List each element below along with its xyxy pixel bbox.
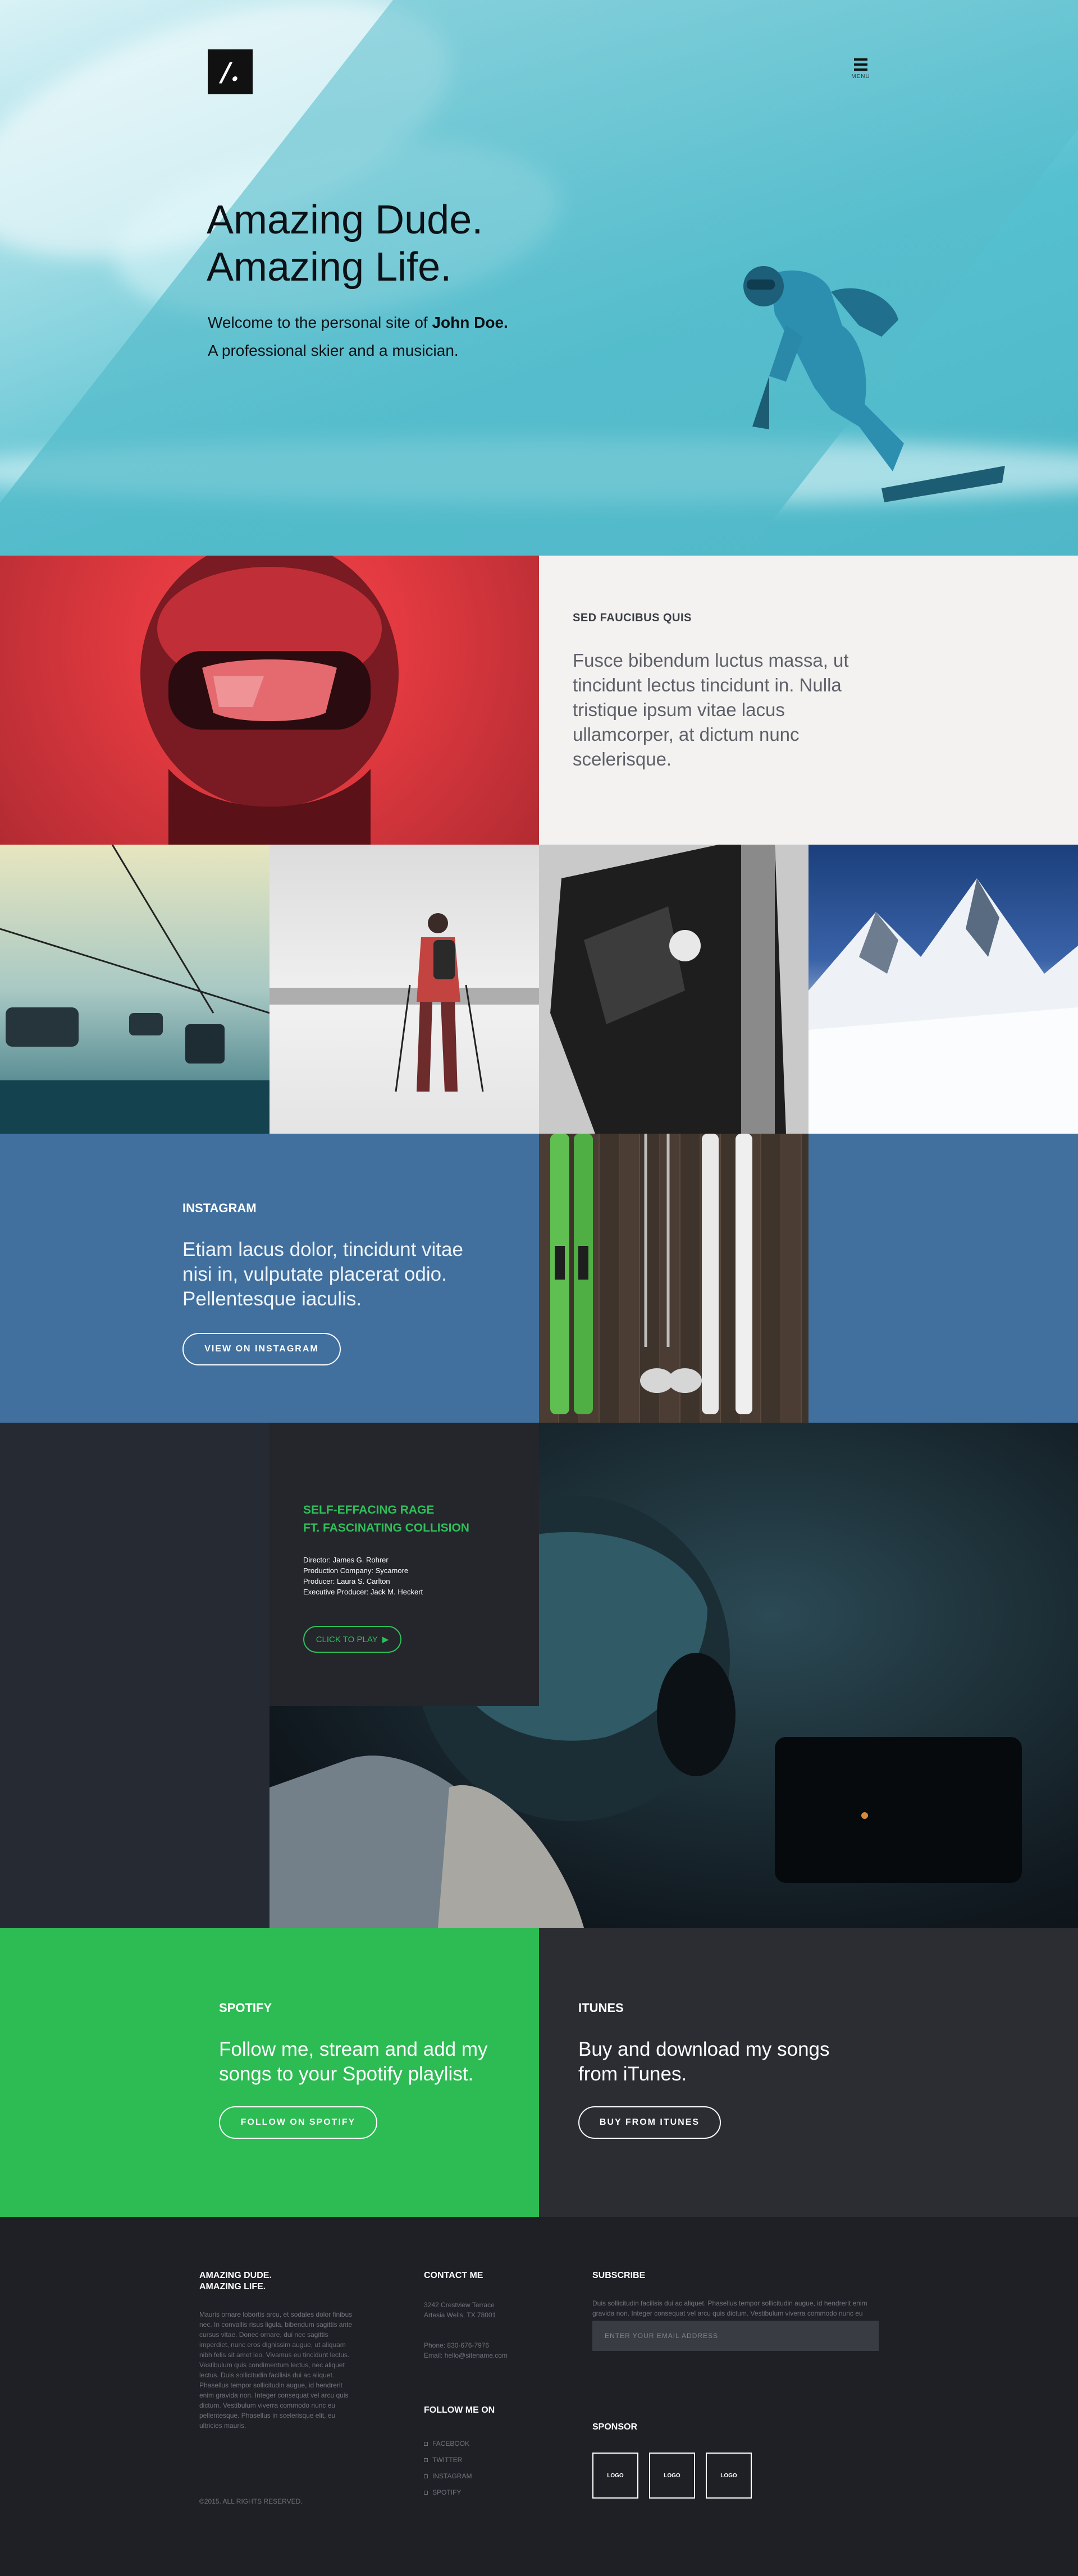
facebook-icon bbox=[424, 2442, 428, 2446]
social-facebook-label: FACEBOOK bbox=[432, 2440, 470, 2447]
contact-title: CONTACT ME bbox=[424, 2271, 483, 2280]
spotify-text: Follow me, stream and add my songs to yo… bbox=[219, 2038, 488, 2085]
contact-address: 3242 Crestview Terrace Artesia Wells, TX… bbox=[424, 2300, 496, 2320]
contact-details: Phone: 830-676-7976 Email: hello@sitenam… bbox=[424, 2340, 508, 2360]
address-line1: 3242 Crestview Terrace bbox=[424, 2301, 495, 2309]
social-facebook[interactable]: FACEBOOK bbox=[424, 2436, 472, 2452]
sponsor-logo-3[interactable]: LOGO bbox=[706, 2453, 752, 2499]
skis-flatlay-image bbox=[539, 1134, 808, 1423]
buy-from-itunes-button[interactable]: BUY FROM ITUNES bbox=[578, 2106, 721, 2139]
email-input[interactable]: ENTER YOUR EMAIL ADDRESS bbox=[592, 2321, 879, 2351]
hamburger-icon bbox=[854, 58, 867, 61]
footer-brand-line1: AMAZING DUDE. bbox=[199, 2271, 272, 2280]
video-title-line2: FT. FASCINATING COLLISION bbox=[303, 1521, 469, 1534]
spotify-kicker: SPOTIFY bbox=[219, 2001, 272, 2015]
follow-title: FOLLOW ME ON bbox=[424, 2405, 495, 2415]
hero-subtitle-line2: A professional skier and a musician. bbox=[208, 342, 459, 359]
chairlift-image bbox=[0, 845, 270, 1134]
site-logo[interactable]: /. bbox=[208, 49, 253, 94]
address-line2: Artesia Wells, TX 78001 bbox=[424, 2311, 496, 2319]
feature-panel: SED FAUCIBUS QUIS Fusce bibendum luctus … bbox=[539, 556, 1078, 845]
follow-on-spotify-button[interactable]: FOLLOW ON SPOTIFY bbox=[219, 2106, 377, 2139]
play-icon: ▶ bbox=[382, 1635, 389, 1644]
social-twitter[interactable]: TWITTER bbox=[424, 2452, 472, 2468]
menu-button[interactable]: MENU bbox=[851, 58, 870, 80]
contact-email[interactable]: Email: hello@sitename.com bbox=[424, 2350, 508, 2360]
instagram-panel: INSTAGRAM Etiam lacus dolor, tincidunt v… bbox=[0, 1134, 539, 1423]
hero-subtitle-prefix: Welcome to the personal site of bbox=[208, 314, 432, 331]
snowboarder-image bbox=[743, 266, 1005, 502]
hero-title-line1: Amazing Dude. bbox=[207, 198, 483, 242]
itunes-text: Buy and download my songs from iTunes. bbox=[578, 2038, 830, 2085]
twitter-icon bbox=[424, 2458, 428, 2462]
social-spotify-label: SPOTIFY bbox=[432, 2488, 462, 2496]
social-instagram-label: INSTAGRAM bbox=[432, 2472, 472, 2480]
click-to-play-button[interactable]: CLICK TO PLAY ▶ bbox=[303, 1626, 401, 1653]
footer: AMAZING DUDE. AMAZING LIFE. Mauris ornar… bbox=[0, 2217, 1078, 2576]
menu-label: MENU bbox=[851, 74, 870, 80]
instagram-kicker: INSTAGRAM bbox=[182, 1201, 257, 1215]
hamburger-icon-bar bbox=[854, 68, 867, 71]
social-twitter-label: TWITTER bbox=[432, 2456, 463, 2464]
feature-kicker: SED FAUCIBUS QUIS bbox=[573, 612, 692, 624]
social-instagram[interactable]: INSTAGRAM bbox=[424, 2468, 472, 2485]
footer-brand-line2: AMAZING LIFE. bbox=[199, 2282, 266, 2291]
footer-copyright: ©2015. ALL RIGHTS RESERVED. bbox=[199, 2497, 303, 2505]
spotify-panel: SPOTIFY Follow me, stream and add my son… bbox=[0, 1928, 539, 2217]
credit-producer: Producer: Laura S. Carlton bbox=[303, 1577, 390, 1585]
subscribe-title: SUBSCRIBE bbox=[592, 2271, 646, 2280]
hero-subtitle: Welcome to the personal site of John Doe… bbox=[208, 309, 508, 365]
instagram-text: Etiam lacus dolor, tincidunt vitae nisi … bbox=[182, 1239, 463, 1310]
video-title-line1: SELF-EFFACING RAGE bbox=[303, 1504, 435, 1516]
footer-brand: AMAZING DUDE. AMAZING LIFE. bbox=[199, 2270, 272, 2293]
blue-filler-panel bbox=[808, 1134, 1078, 1423]
sponsor-logo-1[interactable]: LOGO bbox=[592, 2453, 638, 2499]
instagram-icon bbox=[424, 2474, 428, 2478]
video-credits: Director: James G. Rohrer Production Com… bbox=[303, 1555, 423, 1597]
credit-executive-producer: Executive Producer: Jack M. Heckert bbox=[303, 1588, 423, 1596]
credit-director: Director: James G. Rohrer bbox=[303, 1556, 389, 1564]
hero-section: /. MENU Amazing Dude. Amazing Life. Welc… bbox=[0, 0, 1078, 556]
hamburger-icon-bar bbox=[854, 63, 867, 66]
itunes-panel: ITUNES Buy and download my songs from iT… bbox=[539, 1928, 1078, 2217]
footer-about: Mauris ornare lobortis arcu, et sodales … bbox=[199, 2311, 353, 2430]
mountains-image bbox=[808, 845, 1078, 1134]
social-spotify[interactable]: SPOTIFY bbox=[424, 2485, 472, 2501]
hiker-snow-image bbox=[270, 845, 539, 1134]
sponsor-logo-2[interactable]: LOGO bbox=[649, 2453, 695, 2499]
sponsor-title: SPONSOR bbox=[592, 2422, 638, 2432]
credit-production: Production Company: Sycamore bbox=[303, 1566, 409, 1575]
feature-text: Fusce bibendum luctus massa, ut tincidun… bbox=[573, 650, 849, 769]
dark-filler-panel bbox=[0, 1423, 270, 1928]
ski-boot-image bbox=[539, 845, 808, 1134]
hero-title: Amazing Dude. Amazing Life. bbox=[207, 196, 656, 291]
social-links: FACEBOOK TWITTER INSTAGRAM SPOTIFY bbox=[424, 2436, 472, 2501]
hero-title-line2: Amazing Life. bbox=[207, 245, 452, 290]
play-label: CLICK TO PLAY bbox=[316, 1634, 378, 1644]
video-title: SELF-EFFACING RAGE FT. FASCINATING COLLI… bbox=[303, 1501, 469, 1537]
itunes-kicker: ITUNES bbox=[578, 2001, 624, 2015]
video-card: SELF-EFFACING RAGE FT. FASCINATING COLLI… bbox=[270, 1423, 539, 1706]
hero-subtitle-name: John Doe. bbox=[432, 314, 508, 331]
view-on-instagram-button[interactable]: VIEW ON INSTAGRAM bbox=[182, 1333, 341, 1365]
spotify-icon bbox=[424, 2491, 428, 2495]
contact-phone: Phone: 830-676-7976 bbox=[424, 2341, 490, 2349]
helmet-goggles-image bbox=[0, 556, 539, 845]
